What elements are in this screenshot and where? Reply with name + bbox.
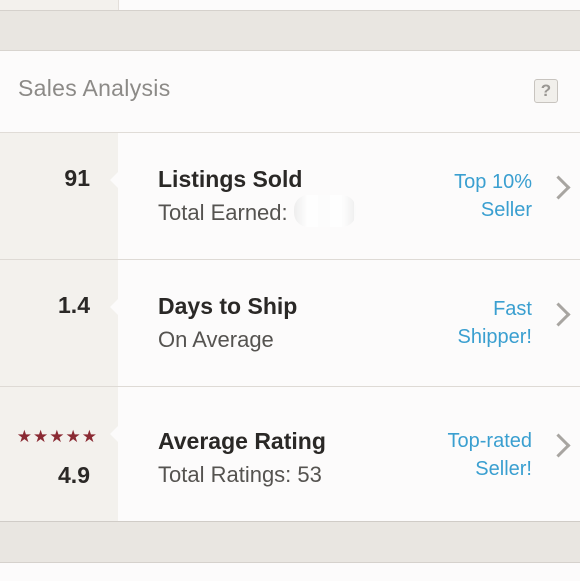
badge-line: Fast bbox=[493, 298, 532, 320]
days-to-ship-value: 1.4 bbox=[58, 292, 90, 318]
badge-line: Shipper! bbox=[457, 326, 533, 348]
row-metric-panel: 1.4 bbox=[0, 260, 119, 386]
redacted-amount bbox=[293, 195, 356, 228]
average-rating-value: 4.9 bbox=[58, 462, 90, 488]
days-to-ship-row[interactable]: 1.4 Days to Ship On Average Fast Shipper… bbox=[0, 260, 580, 387]
top-seller-badge[interactable]: Top 10% Seller bbox=[454, 168, 532, 224]
help-icon[interactable]: ? bbox=[534, 79, 558, 103]
listings-sold-row[interactable]: 91 Listings Sold Total Earned: Top 10% S… bbox=[0, 133, 580, 260]
row-title: Average Rating bbox=[158, 428, 326, 454]
row-metric-panel: ★★★★★ 4.9 bbox=[0, 387, 119, 521]
row-subtitle: Total Earned: bbox=[158, 195, 356, 228]
row-subtitle: Total Ratings: 53 bbox=[158, 462, 322, 487]
previous-card-edge bbox=[0, 0, 580, 11]
chevron-right-icon[interactable] bbox=[546, 433, 571, 458]
card-header: Sales Analysis ? bbox=[0, 51, 580, 133]
star-rating-icon: ★★★★★ bbox=[16, 427, 98, 446]
badge-line: Top 10% bbox=[454, 171, 532, 193]
badge-line: Seller! bbox=[475, 458, 532, 480]
top-rated-badge[interactable]: Top-rated Seller! bbox=[448, 427, 533, 483]
chevron-right-icon[interactable] bbox=[546, 302, 571, 327]
badge-line: Top-rated bbox=[447, 430, 533, 452]
sales-analysis-card: Sales Analysis ? 91 Listings Sold Total … bbox=[0, 50, 580, 522]
badge-line: Seller bbox=[480, 199, 532, 221]
row-metric-panel: 91 bbox=[0, 133, 119, 259]
total-earned-label: Total Earned: bbox=[158, 200, 288, 225]
row-title: Days to Ship bbox=[158, 293, 298, 319]
chevron-right-icon[interactable] bbox=[546, 175, 571, 200]
row-title: Listings Sold bbox=[158, 166, 303, 192]
average-rating-row[interactable]: ★★★★★ 4.9 Average Rating Total Ratings: … bbox=[0, 387, 580, 521]
card-title: Sales Analysis bbox=[18, 75, 171, 101]
row-subtitle: On Average bbox=[158, 327, 274, 352]
previous-card-sidebar bbox=[0, 0, 119, 10]
next-card-edge bbox=[0, 562, 580, 581]
fast-shipper-badge[interactable]: Fast Shipper! bbox=[458, 295, 533, 351]
listings-sold-count: 91 bbox=[64, 165, 90, 191]
